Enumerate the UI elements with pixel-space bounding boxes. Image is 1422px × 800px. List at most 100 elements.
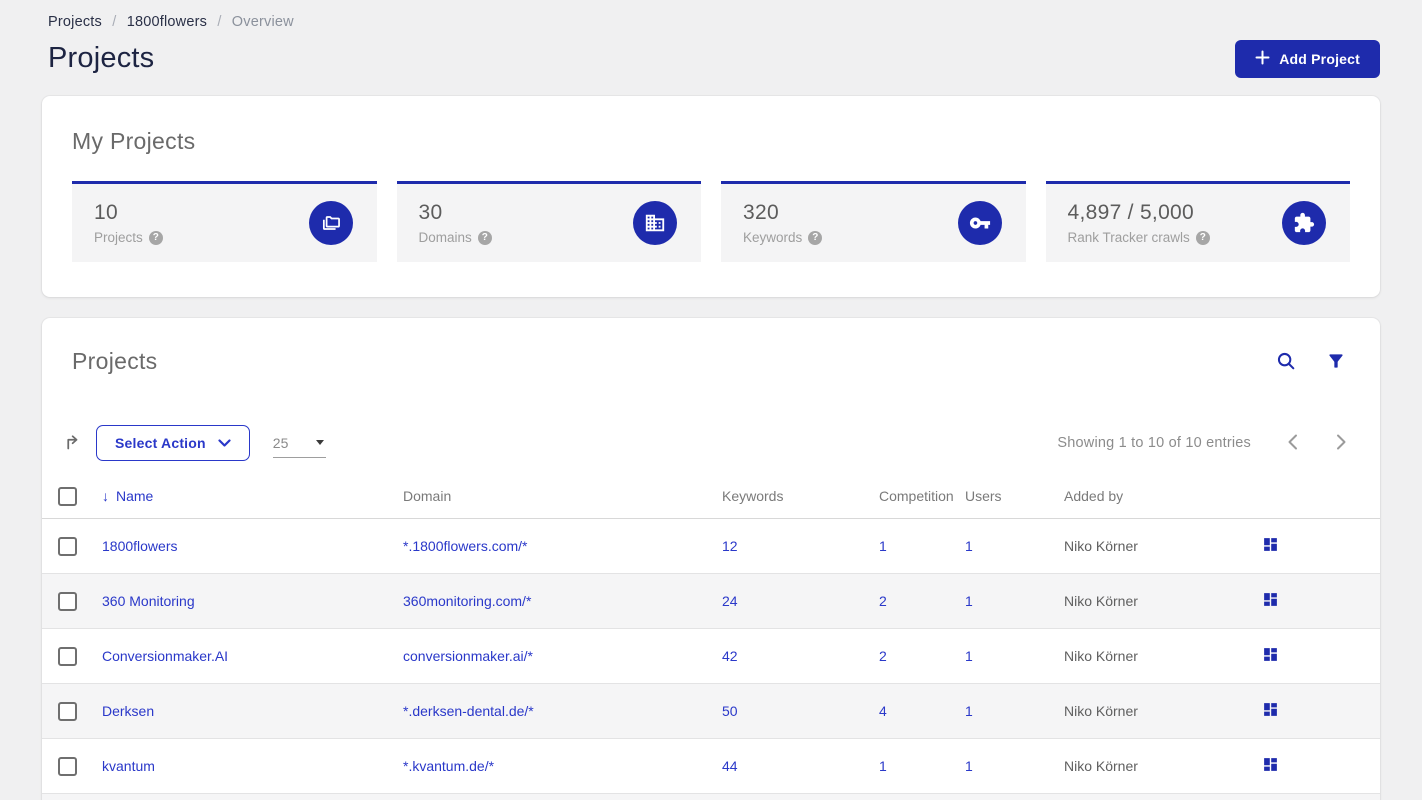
breadcrumb: Projects / 1800flowers / Overview (48, 14, 1380, 30)
dashboard-icon[interactable] (1262, 701, 1279, 721)
users-count[interactable]: 1 (965, 758, 1064, 774)
column-header-name[interactable]: Name (102, 488, 403, 504)
added-by: Niko Körner (1064, 758, 1138, 774)
folders-icon (308, 201, 353, 245)
table-row: Derksen *.derksen-dental.de/* 50 4 1 Nik… (42, 684, 1380, 739)
users-count[interactable]: 1 (965, 703, 1064, 719)
keywords-count[interactable]: 24 (722, 593, 879, 609)
dashboard-icon[interactable] (1262, 591, 1279, 611)
competition-count[interactable]: 4 (879, 703, 965, 719)
column-header-added-by[interactable]: Added by (1064, 488, 1262, 504)
project-domain-link[interactable]: *.kvantum.de/* (403, 758, 722, 774)
keywords-count[interactable]: 50 (722, 703, 879, 719)
row-checkbox[interactable] (58, 701, 77, 721)
showing-entries-text: Showing 1 to 10 of 10 entries (1057, 435, 1251, 451)
stat-value: 10 (94, 201, 118, 224)
project-domain-link[interactable]: *.derksen-dental.de/* (403, 703, 722, 719)
stats-row: 10 Projects 30 Domains (72, 181, 1350, 262)
plus-icon (1255, 50, 1270, 68)
project-domain-link[interactable]: 360monitoring.com/* (403, 593, 722, 609)
column-header-keywords[interactable]: Keywords (722, 488, 879, 504)
breadcrumb-separator: / (112, 14, 117, 30)
page-header: Projects / 1800flowers / Overview Projec… (0, 0, 1422, 78)
added-by: Niko Körner (1064, 703, 1138, 719)
table-row: 1800flowers *.1800flowers.com/* 12 1 1 N… (42, 519, 1380, 574)
next-page-icon[interactable] (1336, 434, 1347, 453)
stat-value: 30 (418, 201, 443, 224)
breadcrumb-projects[interactable]: Projects (48, 14, 102, 30)
users-count[interactable]: 1 (965, 648, 1064, 664)
export-arrow-icon[interactable] (63, 431, 84, 455)
users-count[interactable]: 1 (965, 593, 1064, 609)
added-by: Niko Körner (1064, 648, 1138, 664)
competition-count[interactable]: 2 (879, 593, 965, 609)
projects-panel-title: Projects (72, 348, 158, 374)
filter-icon[interactable] (1326, 350, 1346, 375)
stat-value: 320 (743, 201, 779, 224)
projects-table-card: Projects Select Action 25 Showing 1 to 1… (42, 318, 1380, 800)
stat-card-keywords[interactable]: 320 Keywords (721, 181, 1026, 262)
dashboard-icon[interactable] (1262, 536, 1279, 556)
help-icon[interactable] (1195, 230, 1210, 245)
select-action-label: Select Action (115, 435, 206, 451)
help-icon[interactable] (477, 230, 492, 245)
stat-value: 4,897 / 5,000 (1067, 201, 1195, 224)
project-name-link[interactable]: Conversionmaker.AI (102, 648, 403, 664)
users-count[interactable]: 1 (965, 538, 1064, 554)
table-header-row: Name Domain Keywords Competition Users A… (42, 474, 1380, 519)
row-checkbox[interactable] (58, 536, 77, 556)
select-action-dropdown[interactable]: Select Action (96, 425, 250, 461)
select-all-checkbox[interactable] (58, 486, 77, 506)
puzzle-icon (1282, 201, 1326, 245)
key-icon (957, 201, 1002, 245)
dashboard-icon[interactable] (1262, 646, 1279, 666)
project-domain-link[interactable]: *.1800flowers.com/* (403, 538, 722, 554)
add-project-label: Add Project (1279, 51, 1360, 67)
page-title: Projects (48, 42, 155, 74)
table-row (42, 794, 1380, 800)
stat-label: Rank Tracker crawls (1067, 230, 1190, 245)
table-toolbar: Select Action 25 Showing 1 to 10 of 10 e… (42, 425, 1380, 461)
column-header-users[interactable]: Users (965, 488, 1064, 504)
help-icon[interactable] (808, 230, 823, 245)
table-row: Conversionmaker.AI conversionmaker.ai/* … (42, 629, 1380, 684)
column-header-competition[interactable]: Competition (879, 488, 965, 504)
project-name-link[interactable]: 1800flowers (102, 538, 403, 554)
project-name-link[interactable]: kvantum (102, 758, 403, 774)
keywords-count[interactable]: 42 (722, 648, 879, 664)
project-name-link[interactable]: Derksen (102, 703, 403, 719)
stat-label: Domains (418, 230, 472, 245)
help-icon[interactable] (148, 230, 163, 245)
breadcrumb-overview: Overview (231, 14, 294, 30)
stat-card-projects[interactable]: 10 Projects (72, 181, 377, 262)
sort-desc-icon (102, 488, 109, 504)
breadcrumb-separator: / (217, 14, 222, 30)
previous-page-icon[interactable] (1287, 434, 1298, 453)
select-caret-icon (315, 440, 324, 445)
project-domain-link[interactable]: conversionmaker.ai/* (403, 648, 722, 664)
search-icon[interactable] (1275, 350, 1297, 375)
row-checkbox[interactable] (58, 756, 77, 776)
stat-card-rank-tracker[interactable]: 4,897 / 5,000 Rank Tracker crawls (1045, 181, 1350, 262)
column-header-domain[interactable]: Domain (403, 488, 722, 504)
stat-label: Keywords (743, 230, 803, 245)
keywords-count[interactable]: 12 (722, 538, 879, 554)
breadcrumb-1800flowers[interactable]: 1800flowers (127, 14, 207, 30)
competition-count[interactable]: 2 (879, 648, 965, 664)
row-checkbox[interactable] (58, 646, 77, 666)
chevron-down-icon (218, 435, 231, 451)
page-size-select[interactable]: 25 (272, 428, 326, 458)
competition-count[interactable]: 1 (879, 758, 965, 774)
competition-count[interactable]: 1 (879, 538, 965, 554)
my-projects-card: My Projects 10 Projects 30 Doma (42, 96, 1380, 297)
dashboard-icon[interactable] (1262, 756, 1279, 776)
keywords-count[interactable]: 44 (722, 758, 879, 774)
row-checkbox[interactable] (58, 591, 77, 611)
page-size-value: 25 (272, 434, 289, 451)
table-row: kvantum *.kvantum.de/* 44 1 1 Niko Körne… (42, 739, 1380, 794)
add-project-button[interactable]: Add Project (1235, 40, 1380, 78)
table-row: 360 Monitoring 360monitoring.com/* 24 2 … (42, 574, 1380, 629)
added-by: Niko Körner (1064, 593, 1138, 609)
project-name-link[interactable]: 360 Monitoring (102, 593, 403, 609)
stat-card-domains[interactable]: 30 Domains (396, 181, 701, 262)
